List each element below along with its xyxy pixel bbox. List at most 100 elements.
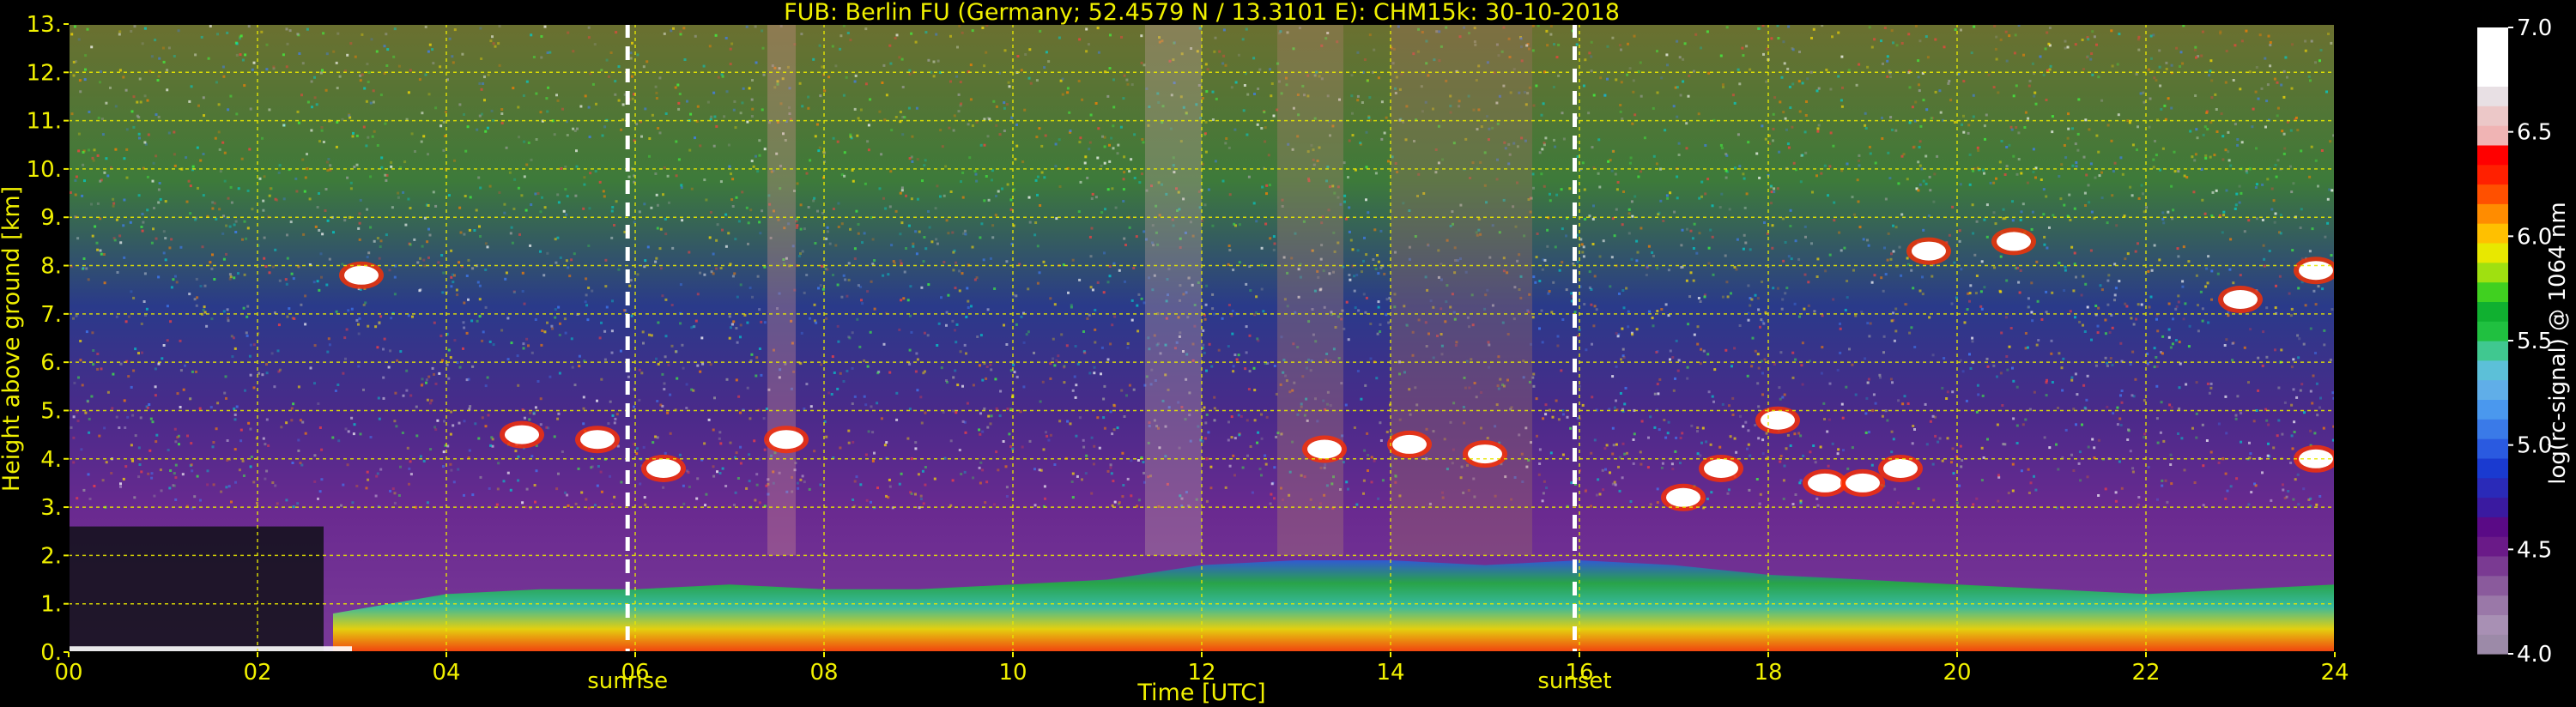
- noise-speck: [83, 179, 86, 183]
- noise-speck: [321, 233, 324, 236]
- noise-speck: [1208, 342, 1211, 346]
- noise-speck: [1737, 133, 1740, 136]
- noise-speck: [922, 260, 925, 263]
- noise-speck: [2279, 214, 2282, 216]
- noise-speck: [2027, 117, 2030, 120]
- noise-speck: [1997, 91, 2000, 94]
- noise-speck: [2063, 203, 2066, 207]
- noise-speck: [1635, 259, 1639, 263]
- noise-speck: [355, 134, 359, 137]
- noise-speck: [1887, 232, 1890, 235]
- noise-speck: [1874, 161, 1877, 165]
- noise-speck: [763, 148, 767, 151]
- noise-speck: [703, 442, 706, 445]
- noise-speck: [2129, 185, 2132, 189]
- noise-speck: [263, 257, 266, 260]
- noise-speck: [1270, 94, 1273, 98]
- noise-speck: [620, 128, 623, 131]
- noise-speck: [1003, 49, 1007, 52]
- noise-speck: [1730, 292, 1732, 295]
- noise-speck: [195, 304, 198, 307]
- noise-speck: [979, 481, 982, 485]
- noise-speck: [2217, 461, 2221, 464]
- noise-speck: [2227, 314, 2230, 317]
- noise-speck: [2231, 359, 2234, 362]
- noise-speck: [546, 251, 549, 255]
- noise-speck: [1591, 217, 1595, 221]
- noise-speck: [2209, 386, 2213, 390]
- noise-speck: [1770, 190, 1773, 194]
- noise-speck: [396, 359, 399, 362]
- noise-speck: [1103, 384, 1106, 388]
- noise-speck: [1800, 364, 1803, 367]
- noise-speck: [889, 170, 893, 173]
- noise-speck: [881, 82, 884, 84]
- noise-speck: [701, 362, 705, 366]
- noise-speck: [162, 251, 166, 255]
- noise-speck: [542, 274, 546, 277]
- noise-speck: [1733, 101, 1737, 105]
- noise-speck: [1618, 44, 1621, 47]
- noise-speck: [84, 68, 87, 71]
- noise-speck: [1784, 241, 1787, 244]
- noise-speck: [336, 384, 340, 386]
- noise-speck: [734, 126, 737, 130]
- noise-speck: [224, 375, 227, 378]
- noise-speck: [1009, 445, 1013, 448]
- noise-speck: [1969, 284, 1973, 287]
- noise-speck: [1870, 281, 1874, 284]
- noise-speck: [1906, 178, 1909, 181]
- noise-speck: [1245, 27, 1248, 31]
- noise-speck: [1880, 39, 1882, 43]
- noise-speck: [2302, 342, 2306, 346]
- noise-speck: [1738, 82, 1742, 86]
- noise-speck: [1561, 227, 1564, 231]
- noise-speck: [940, 366, 943, 370]
- noise-speck: [524, 208, 528, 212]
- noise-speck: [2290, 190, 2294, 194]
- noise-speck: [319, 252, 323, 256]
- noise-speck: [88, 431, 91, 434]
- noise-speck: [974, 172, 978, 176]
- noise-speck: [1893, 487, 1896, 491]
- noise-speck: [2281, 483, 2284, 486]
- noise-speck: [595, 102, 597, 106]
- noise-speck: [2011, 219, 2015, 222]
- noise-speck: [1204, 421, 1208, 425]
- noise-speck: [140, 323, 143, 325]
- noise-speck: [1651, 317, 1654, 320]
- noise-speck: [671, 246, 675, 250]
- noise-speck: [1827, 418, 1831, 421]
- noise-speck: [1744, 241, 1748, 245]
- noise-speck: [355, 163, 359, 166]
- noise-speck: [1704, 192, 1707, 196]
- noise-speck: [2197, 304, 2199, 307]
- noise-speck: [300, 94, 303, 97]
- noise-speck: [327, 158, 330, 160]
- noise-speck: [1083, 161, 1087, 165]
- noise-speck: [1534, 281, 1537, 284]
- noise-speck: [1925, 443, 1929, 446]
- noise-speck: [1217, 348, 1221, 352]
- noise-speck: [2071, 127, 2074, 130]
- noise-speck: [575, 165, 579, 168]
- noise-speck: [795, 226, 798, 229]
- noise-speck: [1540, 309, 1543, 312]
- noise-speck: [2252, 107, 2255, 111]
- noise-speck: [927, 58, 930, 62]
- noise-speck: [1790, 257, 1793, 261]
- noise-speck: [285, 282, 288, 286]
- noise-speck: [525, 487, 529, 491]
- noise-speck: [656, 436, 659, 439]
- noise-speck: [584, 300, 587, 304]
- noise-speck: [1924, 154, 1928, 158]
- noise-speck: [2077, 98, 2081, 101]
- noise-speck: [2044, 47, 2047, 51]
- noise-speck: [334, 390, 337, 392]
- noise-speck: [1591, 243, 1595, 245]
- noise-speck: [1265, 415, 1269, 419]
- noise-speck: [1090, 492, 1094, 495]
- noise-speck: [174, 463, 178, 467]
- noise-speck: [2060, 163, 2064, 166]
- noise-speck: [936, 184, 939, 188]
